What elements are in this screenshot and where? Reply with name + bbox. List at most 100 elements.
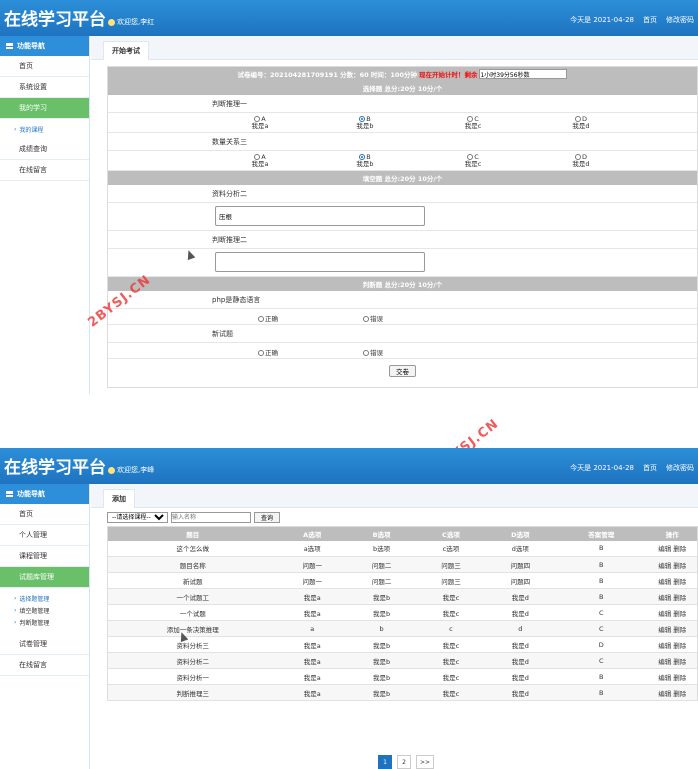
question-title: 数量关系三 <box>108 133 697 151</box>
option-d[interactable]: D 我是d <box>561 154 601 168</box>
sidebar-item-question-bank[interactable]: 试题库管理 <box>0 567 89 588</box>
sidebar-sub-label: 我的课程 <box>19 126 44 134</box>
chevron-right-icon: › <box>14 125 17 133</box>
answer-input[interactable] <box>215 206 425 226</box>
section-fill: 填空题 总分:20分 10分/个 <box>108 171 697 185</box>
radio-icon[interactable] <box>574 154 581 160</box>
sidebar-item-settings[interactable]: 系统设置 <box>0 77 89 98</box>
radio-icon[interactable] <box>258 350 264 356</box>
option-c[interactable]: C 我是c <box>453 154 493 168</box>
radio-icon[interactable] <box>574 116 581 122</box>
table-cell: c选项 <box>416 540 486 557</box>
radio-icon[interactable] <box>363 350 369 356</box>
edit-link[interactable]: 编辑 <box>658 642 671 650</box>
submit-button[interactable]: 交卷 <box>389 365 416 377</box>
table-row: 一个试题 我是a 我是b 我是c 我是d C 编辑 删除 <box>107 604 698 621</box>
page-2[interactable]: 2 <box>397 755 411 769</box>
timer-field[interactable] <box>479 69 568 79</box>
delete-link[interactable]: 删除 <box>673 610 686 618</box>
table-cell: 我是d <box>485 636 555 653</box>
pagination: 1 2 >> <box>378 755 435 769</box>
edit-link[interactable]: 编辑 <box>658 674 671 682</box>
table-cell: 我是b <box>346 652 417 669</box>
search-button[interactable]: 查询 <box>254 512 280 523</box>
fill-row <box>108 203 697 231</box>
app-title: 在线学习平台 <box>4 10 106 30</box>
option-a[interactable]: A 我是a <box>240 116 280 130</box>
table-cell: c <box>416 620 486 637</box>
edit-link[interactable]: 编辑 <box>658 594 671 602</box>
delete-link[interactable]: 删除 <box>673 545 686 553</box>
table-row: 新试题 问题一 问题二 问题三 问题四 B 编辑 删除 <box>107 572 698 589</box>
fill-row <box>108 249 697 277</box>
table-cell: 问题三 <box>416 572 486 589</box>
edit-link[interactable]: 编辑 <box>658 562 671 570</box>
delete-link[interactable]: 删除 <box>673 674 686 682</box>
question-table: 题目 A选项 B选项 C选项 D选项 答案管理 操作 这个怎么做 a选项 b选项 c选… <box>107 526 698 701</box>
name-search-input[interactable] <box>171 512 251 523</box>
sidebar-sub-my-courses[interactable]: › 我的课程 <box>0 119 89 139</box>
delete-link[interactable]: 删除 <box>673 578 686 586</box>
table-cell: 问题三 <box>416 556 486 573</box>
table-cell: 我是c <box>416 668 486 685</box>
table-cell: 资料分析一 <box>107 668 278 685</box>
sidebar-item-papers[interactable]: 试卷管理 <box>0 634 89 655</box>
change-password-link[interactable]: 修改密码 <box>666 15 694 25</box>
table-cell: D <box>555 636 648 653</box>
table-cell: 我是d <box>485 588 555 605</box>
sidebar-item-personal[interactable]: 个人管理 <box>0 525 89 546</box>
sidebar-sub-choice[interactable]: › 选择题管理 <box>0 592 89 604</box>
sidebar-item-home[interactable]: 首页 <box>0 56 89 77</box>
sidebar-item-courses[interactable]: 课程管理 <box>0 546 89 567</box>
tab-add[interactable]: 添加 <box>103 489 135 508</box>
delete-link[interactable]: 删除 <box>673 690 686 698</box>
page-1[interactable]: 1 <box>378 755 392 769</box>
radio-icon[interactable] <box>363 316 369 322</box>
page-next[interactable]: >> <box>416 755 435 769</box>
sidebar-item-messages[interactable]: 在线留言 <box>0 160 89 181</box>
edit-link[interactable]: 编辑 <box>658 690 671 698</box>
change-password-link[interactable]: 修改密码 <box>666 463 694 473</box>
sidebar-item-my-study[interactable]: 我的学习 <box>0 98 89 119</box>
sidebar-sub-fill[interactable]: › 填空题管理 <box>0 604 89 616</box>
answer-input[interactable] <box>215 252 425 272</box>
edit-link[interactable]: 编辑 <box>658 578 671 586</box>
tab-start-exam[interactable]: 开始考试 <box>103 41 149 60</box>
row-actions: 编辑 删除 <box>647 588 698 605</box>
delete-link[interactable]: 删除 <box>673 594 686 602</box>
section-choice: 选择题 总分:20分 10分/个 <box>108 81 697 95</box>
option-d[interactable]: D 我是d <box>561 116 601 130</box>
option-false[interactable]: 错误 <box>363 313 383 323</box>
table-cell: 资料分析二 <box>107 652 278 669</box>
edit-link[interactable]: 编辑 <box>658 545 671 553</box>
delete-link[interactable]: 删除 <box>673 658 686 666</box>
sidebar-item-messages[interactable]: 在线留言 <box>0 655 89 676</box>
edit-link[interactable]: 编辑 <box>658 626 671 634</box>
option-false[interactable]: 错误 <box>363 347 383 357</box>
col-answer: 答案管理 <box>555 526 648 541</box>
table-cell: a <box>277 620 347 637</box>
table-cell: 一个试题 <box>107 604 278 621</box>
course-select[interactable]: --请选择课程-- <box>107 512 168 523</box>
option-c[interactable]: C 我是c <box>453 116 493 130</box>
radio-icon[interactable] <box>258 316 264 322</box>
edit-link[interactable]: 编辑 <box>658 610 671 618</box>
table-cell: 我是b <box>346 604 417 621</box>
edit-link[interactable]: 编辑 <box>658 658 671 666</box>
home-link[interactable]: 首页 <box>643 463 657 473</box>
delete-link[interactable]: 删除 <box>673 642 686 650</box>
sidebar-item-grades[interactable]: 成绩查询 <box>0 139 89 160</box>
sidebar-item-home[interactable]: 首页 <box>0 504 89 525</box>
delete-link[interactable]: 删除 <box>673 562 686 570</box>
sidebar-sub-judge[interactable]: › 判断题管理 <box>0 616 89 628</box>
option-true[interactable]: 正确 <box>258 347 278 357</box>
main: 添加 --请选择课程-- 查询 题目 A选项 B选项 C选项 D选项 答案管理 … <box>91 484 698 769</box>
home-link[interactable]: 首页 <box>643 15 657 25</box>
option-a[interactable]: A 我是a <box>240 154 280 168</box>
delete-link[interactable]: 删除 <box>673 626 686 634</box>
col-c: C选项 <box>416 526 486 541</box>
option-b[interactable]: B 我是b <box>345 116 385 130</box>
option-true[interactable]: 正确 <box>258 313 278 323</box>
col-title: 题目 <box>107 526 278 541</box>
option-b[interactable]: B 我是b <box>345 154 385 168</box>
